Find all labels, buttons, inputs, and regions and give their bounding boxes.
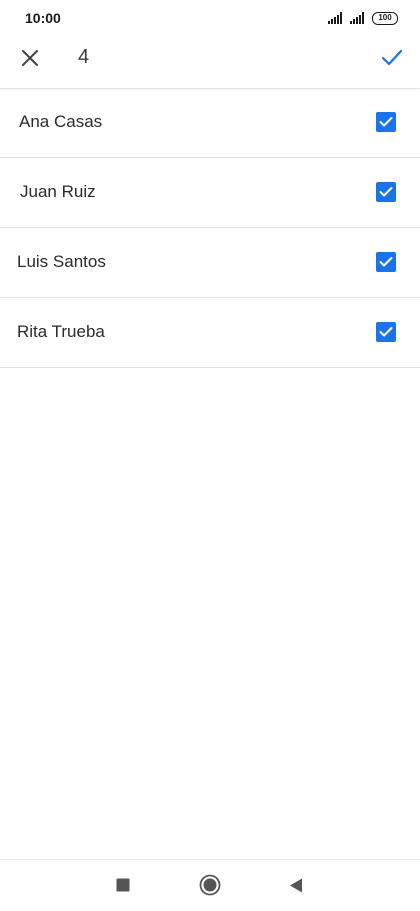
checkmark-icon <box>379 187 393 197</box>
signal-icon <box>328 12 342 24</box>
status-icons: 100 <box>328 10 398 26</box>
check-icon <box>381 49 403 66</box>
contact-name: Juan Ruiz <box>20 182 96 201</box>
close-button[interactable] <box>14 42 46 74</box>
battery-icon: 100 <box>372 11 398 25</box>
home-circle-icon <box>199 874 221 896</box>
signal-icon <box>350 12 364 24</box>
contact-name: Luis Santos <box>17 252 106 271</box>
home-button[interactable] <box>197 872 223 898</box>
selected-count: 4 <box>78 46 90 68</box>
recents-button[interactable] <box>110 872 136 898</box>
close-icon <box>22 50 38 66</box>
status-time: 10:00 <box>25 10 61 26</box>
recents-square-icon <box>116 878 130 892</box>
contact-checkbox[interactable] <box>376 322 396 342</box>
contact-row[interactable]: Juan Ruiz <box>0 158 420 228</box>
contact-checkbox[interactable] <box>376 112 396 132</box>
contact-name: Rita Trueba <box>17 322 105 341</box>
confirm-button[interactable] <box>376 42 408 74</box>
status-bar: 10:00 100 <box>0 0 420 36</box>
contact-name: Ana Casas <box>19 112 103 131</box>
checkmark-icon <box>379 117 393 127</box>
app-bar: 4 <box>0 36 420 89</box>
checkmark-icon <box>379 257 393 267</box>
navigation-bar <box>0 859 420 911</box>
contact-checkbox[interactable] <box>376 182 396 202</box>
back-triangle-icon <box>290 878 302 892</box>
battery-level: 100 <box>378 13 392 22</box>
contact-row[interactable]: Luis Santos <box>0 228 420 298</box>
contact-checkbox[interactable] <box>376 252 396 272</box>
back-button[interactable] <box>283 872 309 898</box>
contact-row[interactable]: Ana Casas <box>0 88 420 158</box>
contact-list: Ana Casas Juan Ruiz Luis Santos Rita Tru… <box>0 88 420 368</box>
checkmark-icon <box>379 327 393 337</box>
contact-row[interactable]: Rita Trueba <box>0 298 420 368</box>
